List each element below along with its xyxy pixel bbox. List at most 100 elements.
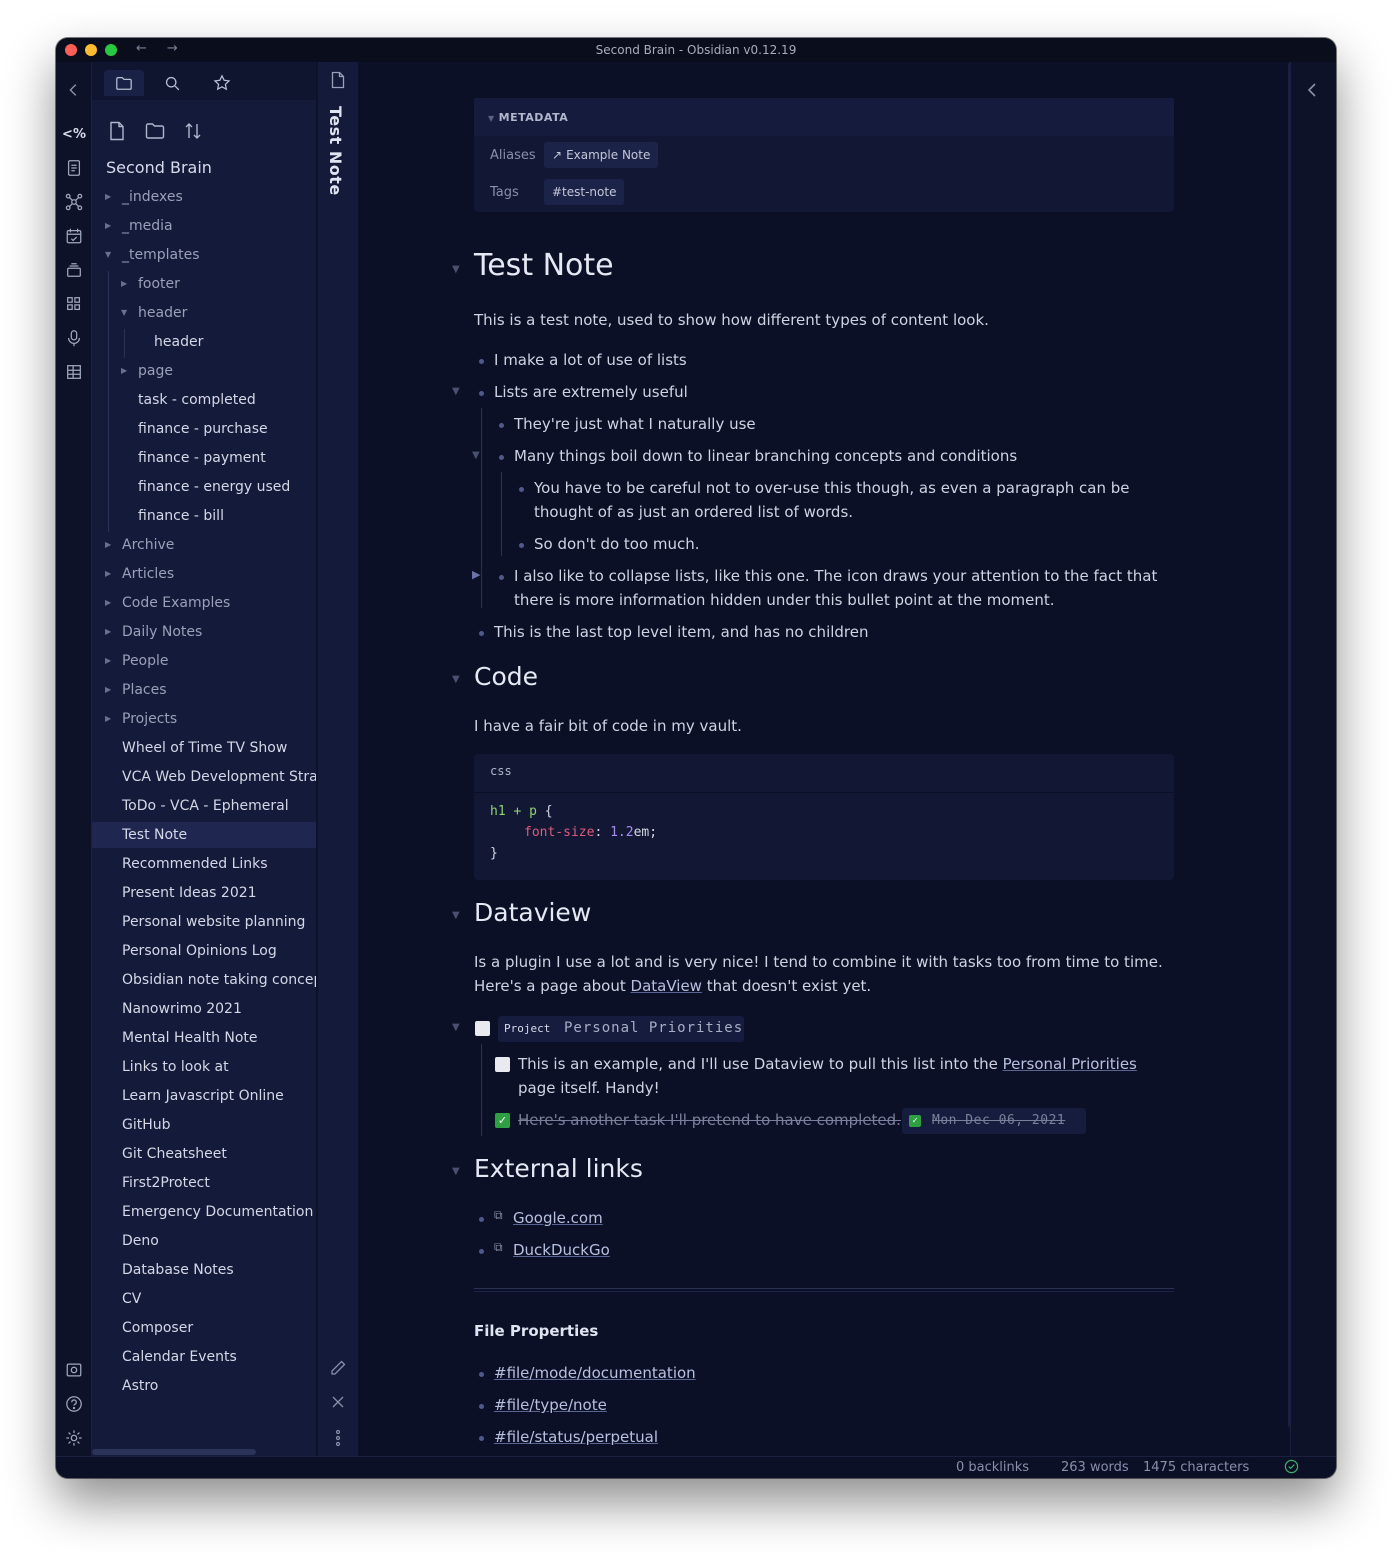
fold-heading-icon[interactable]: ▼ (452, 264, 460, 275)
chevron-right-icon[interactable]: ▶ (105, 184, 111, 210)
tree-file[interactable]: Wheel of Time TV Show (92, 735, 316, 761)
tree-folder[interactable]: ▶ _indexes (92, 184, 316, 210)
tree-file[interactable]: Composer (92, 1315, 316, 1341)
metadata-header[interactable]: ▼ METADATA (474, 98, 1174, 136)
tree-folder[interactable]: ▶ Archive (92, 532, 316, 558)
tree-file[interactable]: Git Cheatsheet (92, 1141, 316, 1167)
tree-file[interactable]: Learn Javascript Online (92, 1083, 316, 1109)
calendar-check-icon[interactable] (64, 226, 84, 246)
tab-search[interactable] (152, 70, 192, 96)
chevron-right-icon[interactable]: ▶ (105, 619, 111, 645)
tab-file-explorer[interactable] (104, 70, 144, 96)
tree-folder[interactable]: ▼ header (92, 300, 316, 326)
table-icon[interactable] (64, 362, 84, 382)
tree-file[interactable]: Personal Opinions Log (92, 938, 316, 964)
more-options-icon[interactable] (328, 1428, 348, 1448)
tag-link[interactable]: #file/status/perpetual (494, 1425, 658, 1449)
dataview-link[interactable]: DataView (631, 977, 702, 995)
expand-list-icon[interactable]: ▶ (472, 568, 480, 581)
tree-folder[interactable]: ▶ Articles (92, 561, 316, 587)
task-checkbox[interactable] (475, 1021, 490, 1036)
tree-file[interactable]: finance - purchase (92, 416, 316, 442)
fold-heading-icon[interactable]: ▼ (452, 674, 460, 685)
vault-icon[interactable] (64, 1360, 84, 1380)
tree-file[interactable]: finance - energy used (92, 474, 316, 500)
tree-file[interactable]: Emergency Documentation (92, 1199, 316, 1225)
tree-file[interactable]: finance - payment (92, 445, 316, 471)
code-block[interactable]: css h1 + p { font-size: 1.2em; } (474, 754, 1174, 880)
tree-file[interactable]: Personal website planning (92, 909, 316, 935)
help-icon[interactable] (64, 1394, 84, 1414)
templater-icon[interactable]: <% (62, 124, 86, 144)
chevron-right-icon[interactable]: ▶ (105, 532, 111, 558)
tree-file[interactable]: Nanowrimo 2021 (92, 996, 316, 1022)
tree-folder[interactable]: ▶ Code Examples (92, 590, 316, 616)
pane-title[interactable]: Test Note (326, 106, 345, 196)
tab-starred[interactable] (202, 70, 242, 96)
new-note-button[interactable] (106, 120, 128, 142)
tree-file[interactable]: Recommended Links (92, 851, 316, 877)
fold-heading-icon[interactable]: ▼ (452, 910, 460, 921)
backlinks-count[interactable]: 0 backlinks (956, 1460, 1029, 1475)
task-checkbox[interactable] (495, 1057, 510, 1072)
tree-file[interactable]: Links to look at (92, 1054, 316, 1080)
tree-folder[interactable]: ▶ Daily Notes (92, 619, 316, 645)
fold-heading-icon[interactable]: ▼ (452, 1166, 460, 1177)
tag-chip[interactable]: #test-note (544, 179, 625, 205)
tree-file[interactable]: task - completed (92, 387, 316, 413)
chevron-right-icon[interactable]: ▶ (105, 706, 111, 732)
tree-file[interactable]: Test Note (92, 822, 316, 848)
tree-folder[interactable]: ▶ People (92, 648, 316, 674)
tree-file[interactable]: CV (92, 1286, 316, 1312)
task-checkbox-checked[interactable]: ✓ (495, 1113, 510, 1128)
chevron-right-icon[interactable]: ▶ (105, 677, 111, 703)
note-editor[interactable]: ▼ METADATA Aliases ↗ Example Note Tags #te… (358, 62, 1290, 1456)
collapse-left-sidebar-icon[interactable] (64, 80, 84, 100)
fold-task-icon[interactable]: ▼ (452, 1022, 460, 1033)
tree-file[interactable]: Calendar Events (92, 1344, 316, 1370)
sort-button[interactable] (182, 120, 204, 142)
tree-folder[interactable]: ▶ Projects (92, 706, 316, 732)
tree-file[interactable]: header (92, 329, 316, 355)
chevron-right-icon[interactable]: ▶ (121, 358, 127, 384)
fold-list-icon[interactable]: ▼ (472, 450, 480, 461)
tree-file[interactable]: finance - bill (92, 503, 316, 529)
tree-file[interactable]: Mental Health Note (92, 1025, 316, 1051)
sync-status-icon[interactable] (1284, 1459, 1299, 1478)
expand-right-sidebar-icon[interactable] (1303, 80, 1323, 104)
tree-file[interactable]: Astro (92, 1373, 316, 1399)
tree-folder[interactable]: ▼ _templates (92, 242, 316, 268)
tree-file[interactable]: Deno (92, 1228, 316, 1254)
tree-folder[interactable]: ▶ footer (92, 271, 316, 297)
tree-file[interactable]: Present Ideas 2021 (92, 880, 316, 906)
chevron-right-icon[interactable]: ▶ (105, 213, 111, 239)
chevron-right-icon[interactable]: ▶ (121, 271, 127, 297)
fold-list-icon[interactable]: ▼ (452, 386, 460, 397)
tag-link[interactable]: #file/type/note (494, 1393, 607, 1417)
close-pane-icon[interactable] (328, 1392, 348, 1412)
document-list-icon[interactable] (64, 158, 84, 178)
alias-chip[interactable]: ↗ Example Note (544, 142, 659, 168)
external-link-google[interactable]: Google.com (513, 1206, 603, 1230)
tree-folder[interactable]: ▶ page (92, 358, 316, 384)
chevron-down-icon[interactable]: ▼ (121, 300, 127, 326)
tree-file[interactable]: First2Protect (92, 1170, 316, 1196)
external-link-duckduckgo[interactable]: DuckDuckGo (513, 1238, 610, 1262)
microphone-icon[interactable] (64, 328, 84, 348)
personal-priorities-link[interactable]: Personal Priorities (1003, 1055, 1137, 1073)
tree-file[interactable]: Obsidian note taking concept (92, 967, 316, 993)
graph-icon[interactable] (64, 192, 84, 212)
tree-folder[interactable]: ▶ Places (92, 677, 316, 703)
chevron-right-icon[interactable]: ▶ (105, 561, 111, 587)
chevron-down-icon[interactable]: ▼ (105, 242, 111, 268)
chevron-right-icon[interactable]: ▶ (105, 590, 111, 616)
tree-folder[interactable]: ▶ _media (92, 213, 316, 239)
tree-file[interactable]: VCA Web Development Strat (92, 764, 316, 790)
tree-file[interactable]: Database Notes (92, 1257, 316, 1283)
tag-link[interactable]: #file/mode/documentation (494, 1361, 696, 1385)
tree-file[interactable]: ToDo - VCA - Ephemeral (92, 793, 316, 819)
tree-file[interactable]: GitHub (92, 1112, 316, 1138)
sidebar-scrollbar[interactable] (92, 1448, 316, 1456)
chevron-right-icon[interactable]: ▶ (105, 648, 111, 674)
settings-icon[interactable] (64, 1428, 84, 1448)
